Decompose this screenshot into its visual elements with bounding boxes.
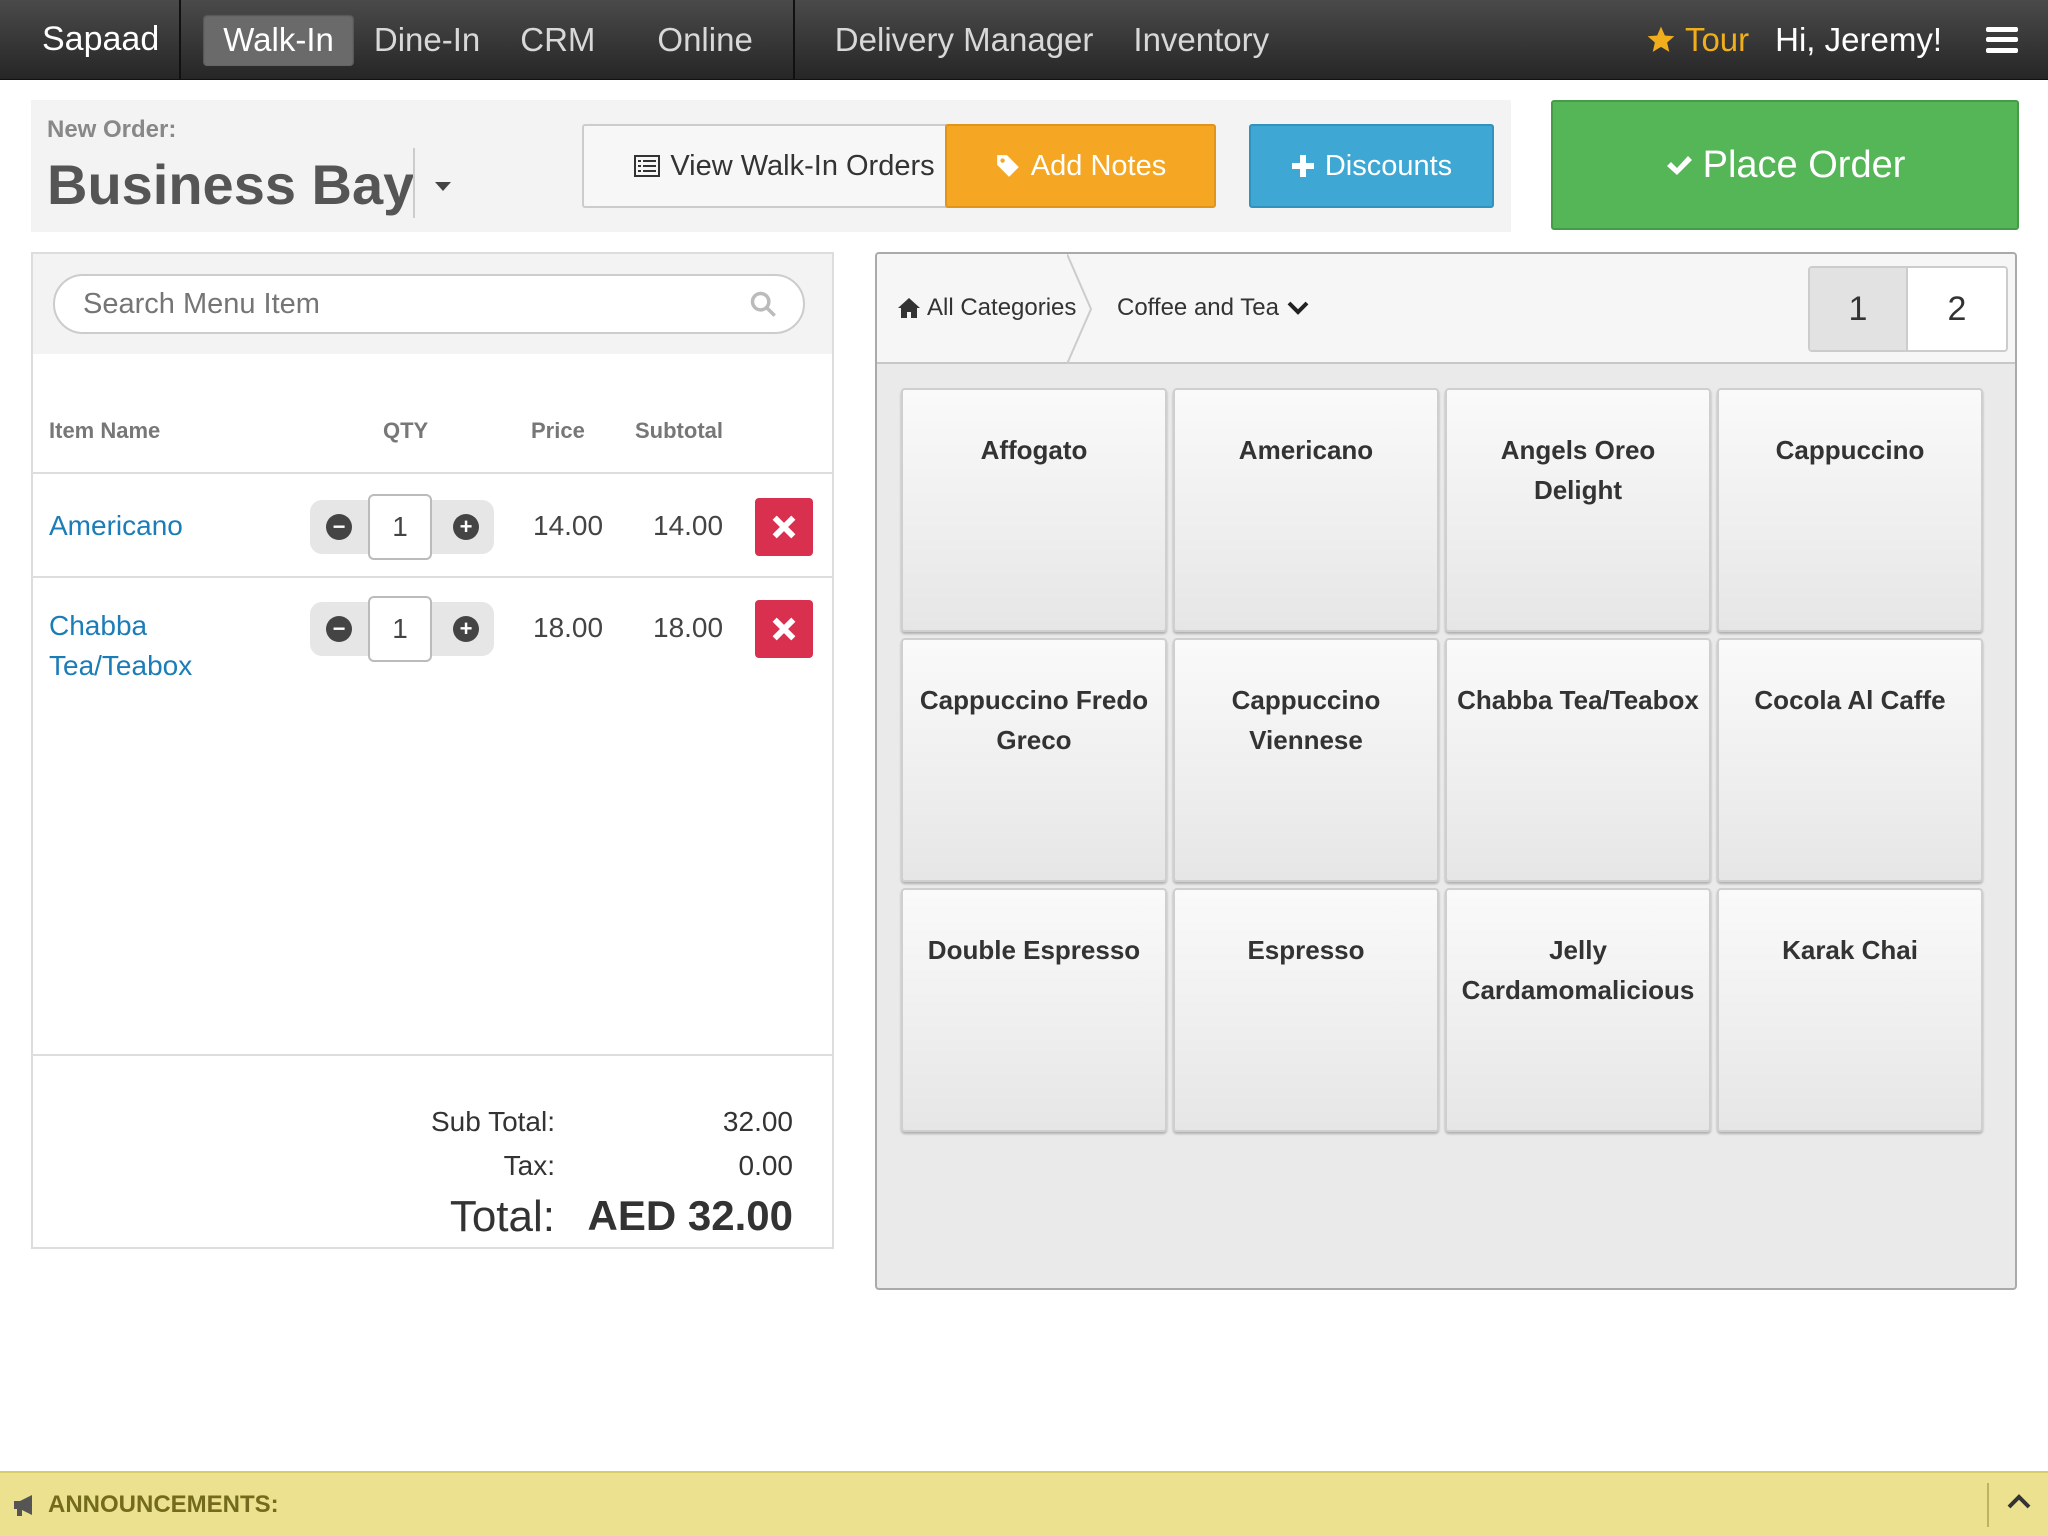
menu-item[interactable]: Affogato: [901, 388, 1167, 632]
menu-item[interactable]: Angels Oreo Delight: [1445, 388, 1711, 632]
cart-panel: Item Name QTY Price Subtotal Americano −…: [31, 252, 834, 1249]
decrease-qty-icon[interactable]: −: [326, 514, 352, 540]
chevron-down-icon: [1287, 301, 1309, 315]
header-price: Price: [531, 418, 585, 443]
order-totals: Sub Total: 32.00 Tax: 0.00 Total: AED 32…: [33, 1054, 832, 1247]
increase-qty-icon[interactable]: +: [453, 514, 479, 540]
menu-item[interactable]: Chabba Tea/Teabox: [1445, 638, 1711, 882]
new-order-label: New Order:: [47, 116, 177, 143]
nav-online[interactable]: Online: [637, 14, 772, 66]
tour-label: Tour: [1684, 20, 1750, 58]
menu-panel: All Categories Coffee and Tea 1 2 Affoga…: [875, 252, 2017, 1290]
announcements-label: ANNOUNCEMENTS:: [48, 1490, 279, 1518]
cart-row: Americano − 1 + 14.00 14.00: [33, 476, 832, 578]
cart-item-subtotal: 14.00: [653, 510, 724, 541]
top-navbar: Sapaad Walk-In Dine-In CRM Online Delive…: [0, 0, 2048, 80]
search-input[interactable]: [53, 274, 805, 334]
menu-icon[interactable]: [1986, 26, 2018, 53]
location-divider: [413, 148, 415, 218]
menu-item[interactable]: Double Espresso: [901, 888, 1167, 1132]
menu-item[interactable]: Jelly Cardamomalicious: [1445, 888, 1711, 1132]
pagination: 1 2: [1808, 266, 2008, 352]
menu-item[interactable]: Cocola Al Caffe: [1717, 638, 1983, 882]
cart-item-price: 14.00: [533, 510, 604, 541]
menu-item[interactable]: Cappuccino Fredo Greco: [901, 638, 1167, 882]
tour-link[interactable]: Tour: [1645, 21, 1749, 59]
nav-walk-in[interactable]: Walk-In: [203, 13, 354, 66]
home-icon: [898, 298, 920, 318]
brand-link[interactable]: Sapaad: [0, 0, 182, 80]
list-icon: [634, 155, 661, 177]
check-icon: [1666, 156, 1692, 175]
location-dropdown-icon[interactable]: [435, 182, 451, 191]
page-1-button[interactable]: 1: [1810, 268, 1908, 350]
page-2-button[interactable]: 2: [1908, 268, 2006, 350]
header-qty: QTY: [383, 418, 429, 443]
menu-item[interactable]: Karak Chai: [1717, 888, 1983, 1132]
announcements-divider: [1987, 1483, 1989, 1527]
qty-value[interactable]: 1: [368, 494, 432, 560]
quantity-stepper: − 1 +: [310, 596, 494, 662]
menu-item[interactable]: Cappuccino Viennese: [1173, 638, 1439, 882]
nav-divider: [792, 0, 795, 80]
quantity-stepper: − 1 +: [310, 494, 494, 560]
category-dropdown[interactable]: Coffee and Tea: [1117, 294, 1309, 322]
close-icon: [772, 515, 796, 539]
remove-item-button[interactable]: [755, 600, 813, 658]
cart-table-header: Item Name QTY Price Subtotal: [33, 416, 832, 474]
chevron-up-icon[interactable]: [2006, 1491, 2032, 1511]
cart-item-name[interactable]: Chabba Tea/Teabox: [49, 606, 249, 686]
tax-value: 0.00: [738, 1150, 794, 1181]
all-categories-link[interactable]: All Categories: [897, 294, 1076, 322]
search-bar: [33, 254, 832, 354]
cart-row: Chabba Tea/Teabox − 1 + 18.00 18.00: [33, 578, 832, 688]
category-label: Coffee and Tea: [1117, 294, 1279, 321]
nav-dine-in[interactable]: Dine-In: [354, 14, 500, 66]
nav-delivery-manager[interactable]: Delivery Manager: [815, 14, 1114, 66]
search-icon[interactable]: [749, 290, 777, 318]
star-icon: [1647, 26, 1675, 52]
tax-label: Tax:: [503, 1150, 555, 1181]
close-icon: [772, 617, 796, 641]
menu-item[interactable]: Cappuccino: [1717, 388, 1983, 632]
increase-qty-icon[interactable]: +: [453, 616, 479, 642]
user-greeting[interactable]: Hi, Jeremy!: [1775, 21, 1942, 59]
cart-item-price: 18.00: [533, 612, 604, 643]
menu-item[interactable]: Americano: [1173, 388, 1439, 632]
menu-item[interactable]: Espresso: [1173, 888, 1439, 1132]
decrease-qty-icon[interactable]: −: [326, 616, 352, 642]
view-walk-in-orders-label: View Walk-In Orders: [670, 149, 935, 182]
remove-item-button[interactable]: [755, 498, 813, 556]
menu-item-grid: Affogato Americano Angels Oreo Delight C…: [901, 388, 1983, 1132]
location-name[interactable]: Business Bay: [47, 152, 414, 217]
place-order-label: Place Order: [1702, 143, 1906, 186]
total-value: AED 32.00: [587, 1192, 793, 1239]
plus-icon: [1291, 155, 1314, 177]
cart-item-name[interactable]: Americano: [49, 506, 183, 546]
nav-inventory[interactable]: Inventory: [1113, 14, 1289, 66]
header-subtotal: Subtotal: [635, 418, 723, 443]
view-walk-in-orders-button[interactable]: View Walk-In Orders: [582, 124, 987, 208]
category-breadcrumb: All Categories Coffee and Tea 1 2: [877, 254, 2015, 364]
announcements-title: ANNOUNCEMENTS:: [12, 1491, 279, 1519]
sub-total-value: 32.00: [722, 1106, 793, 1137]
all-categories-label: All Categories: [927, 294, 1077, 321]
add-notes-label: Add Notes: [1030, 149, 1167, 182]
qty-value[interactable]: 1: [368, 596, 432, 662]
tag-icon: [996, 155, 1019, 177]
discounts-label: Discounts: [1324, 149, 1453, 182]
breadcrumb-divider: [1067, 254, 1093, 364]
place-order-button[interactable]: Place Order: [1551, 100, 2019, 230]
discounts-button[interactable]: Discounts: [1249, 124, 1494, 208]
megaphone-icon: [14, 1494, 32, 1516]
sub-total-label: Sub Total:: [430, 1106, 555, 1137]
header-item-name: Item Name: [49, 418, 161, 443]
announcements-bar[interactable]: ANNOUNCEMENTS:: [0, 1471, 2048, 1536]
nav-crm[interactable]: CRM: [500, 14, 615, 66]
cart-item-subtotal: 18.00: [653, 612, 724, 643]
add-notes-button[interactable]: Add Notes: [945, 124, 1216, 208]
